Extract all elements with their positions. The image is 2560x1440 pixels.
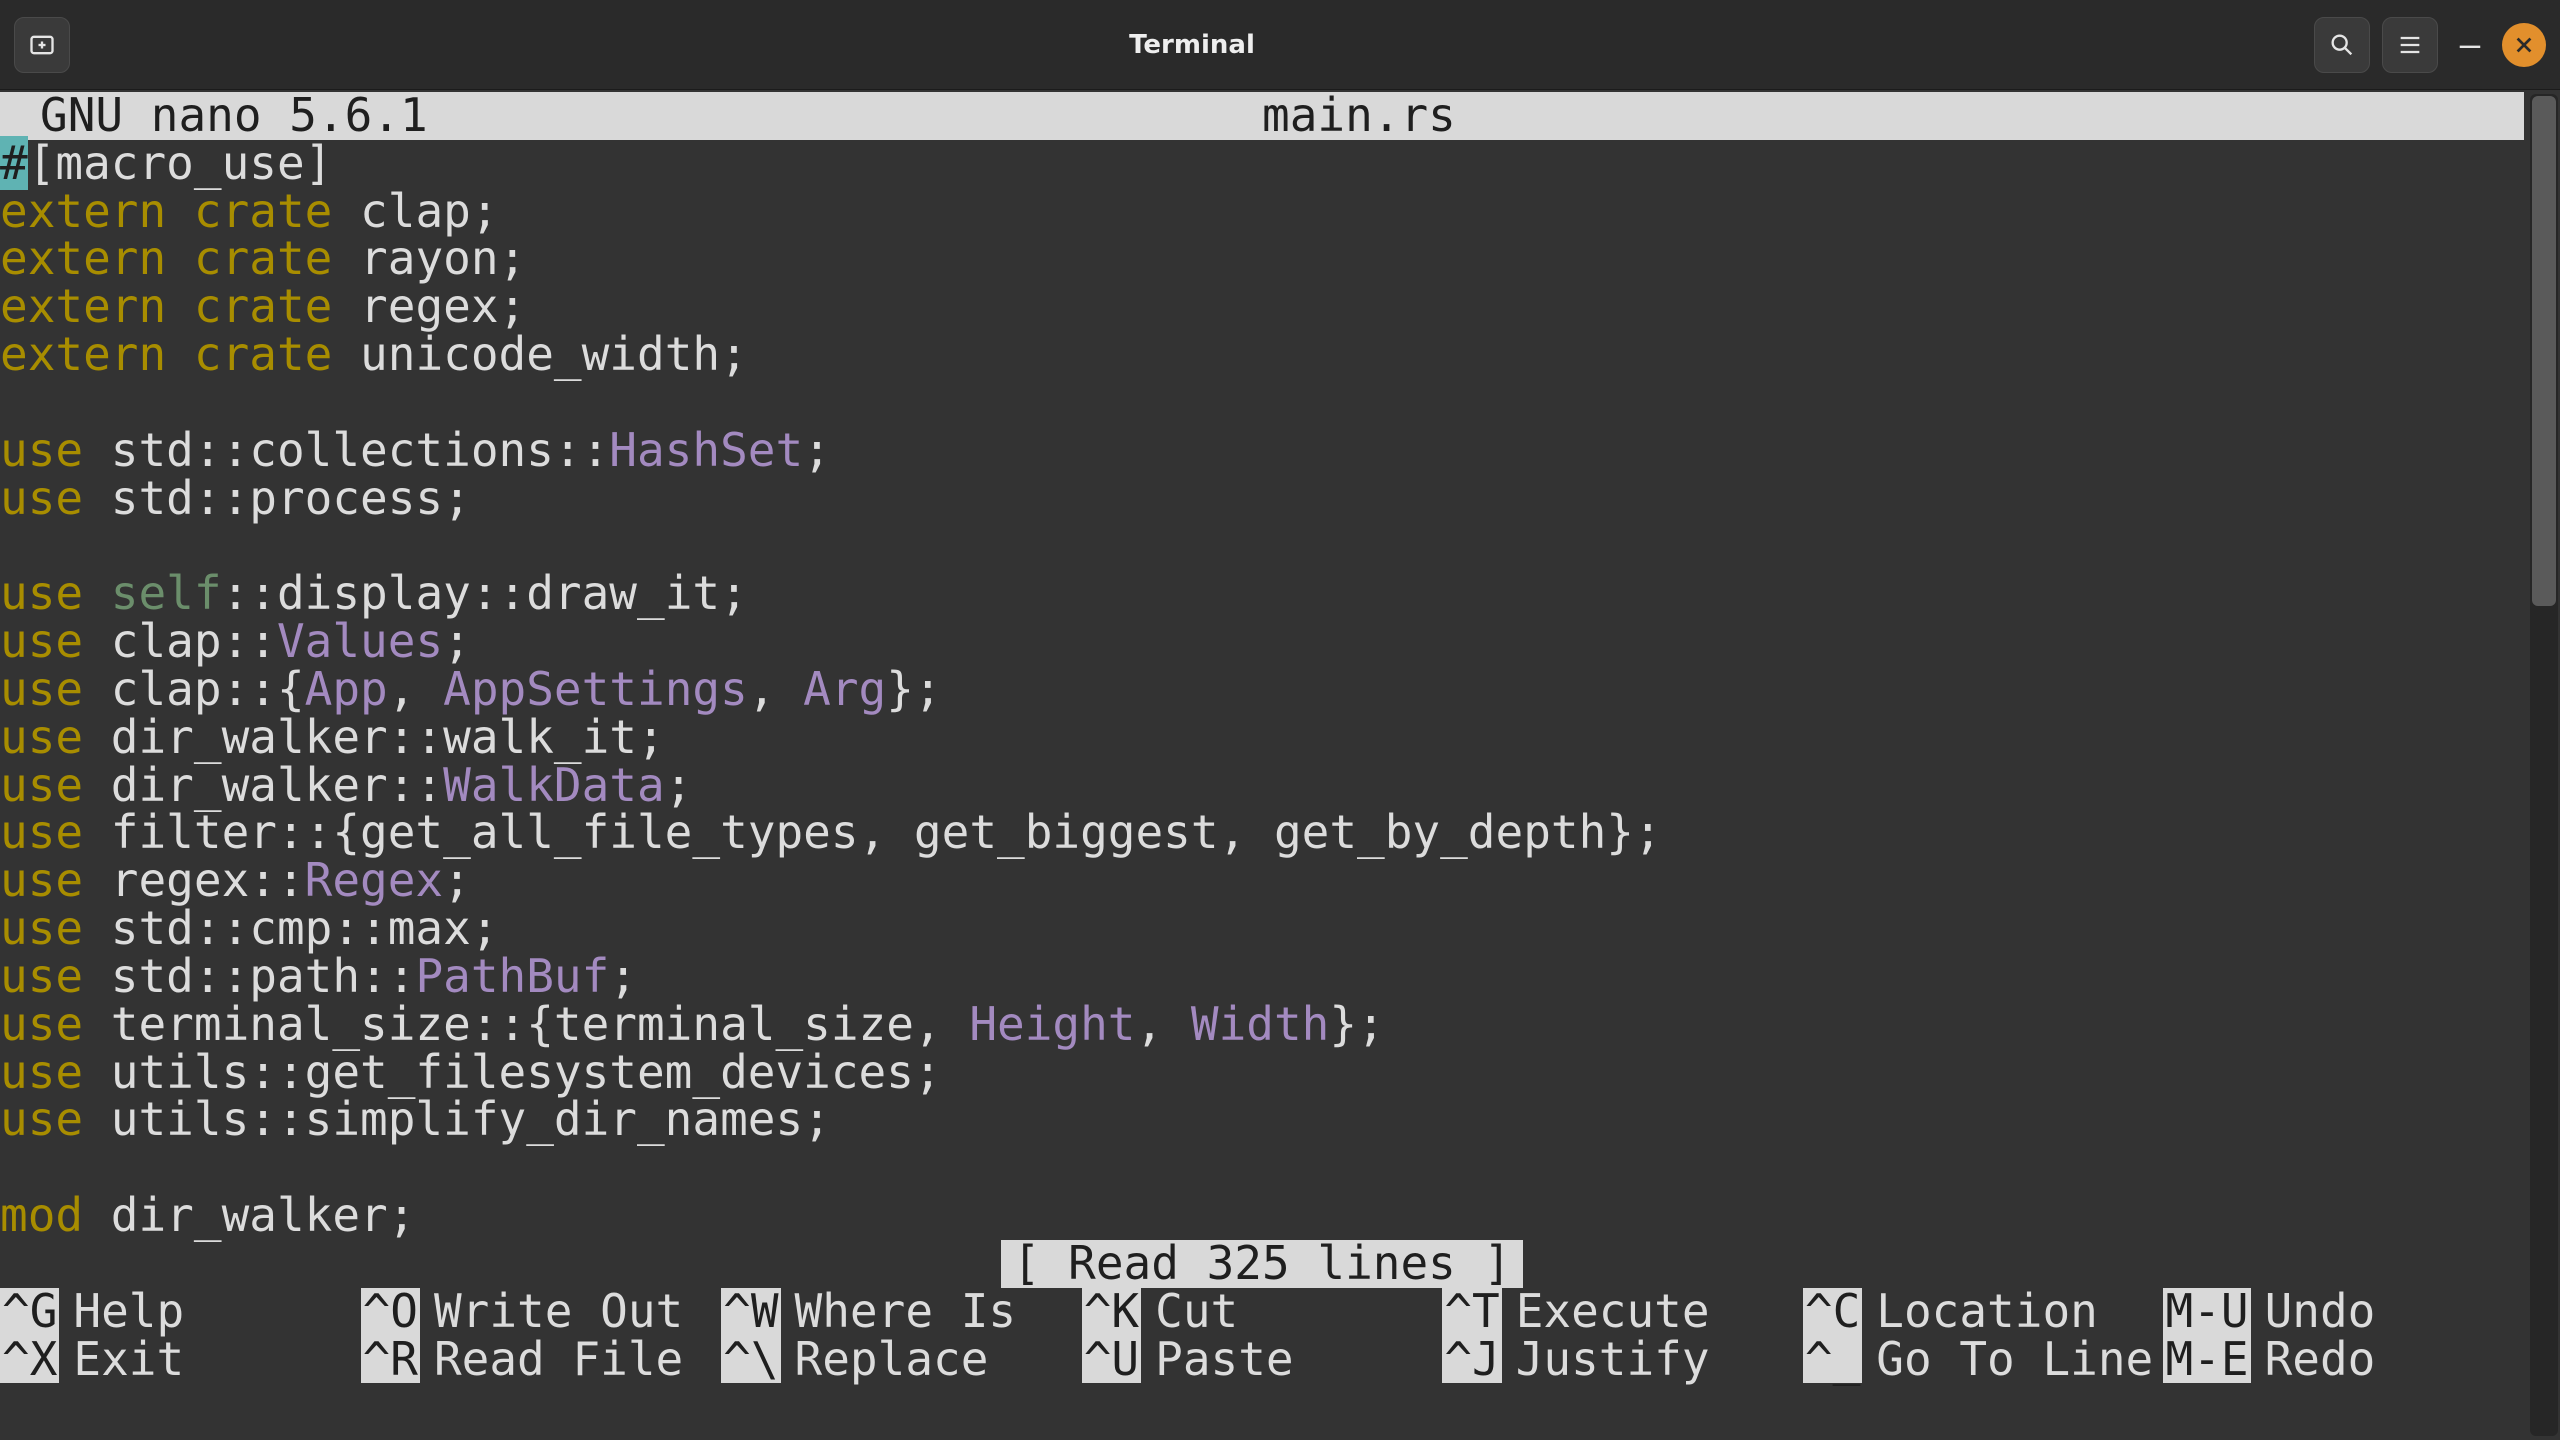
- editor-content[interactable]: #[macro_use] extern crate clap; extern c…: [0, 140, 2524, 1240]
- close-button[interactable]: [2502, 23, 2546, 67]
- titlebar: Terminal –: [0, 0, 2560, 90]
- scrollbar-thumb[interactable]: [2532, 96, 2556, 606]
- terminal-window: Terminal – GNU nano 5.6.1 main.rs #[macr…: [0, 0, 2560, 1440]
- help-row-2: ^XExit ^RRead File ^\Replace ^UPaste ^JJ…: [0, 1336, 2524, 1384]
- help-whereis: ^WWhere Is: [721, 1288, 1082, 1336]
- help-row-1: ^GHelp ^OWrite Out ^WWhere Is ^KCut ^TEx…: [0, 1288, 2524, 1336]
- help-readfile: ^RRead File: [361, 1336, 722, 1384]
- help-execute: ^TExecute: [1442, 1288, 1803, 1336]
- new-tab-icon: [28, 31, 56, 59]
- terminal-viewport[interactable]: GNU nano 5.6.1 main.rs #[macro_use] exte…: [0, 90, 2560, 1440]
- help-justify: ^JJustify: [1442, 1336, 1803, 1384]
- menu-button[interactable]: [2382, 17, 2438, 73]
- scrollbar[interactable]: [2530, 94, 2558, 1436]
- close-icon: [2513, 34, 2535, 56]
- nano-version: GNU nano 5.6.1: [4, 92, 1262, 140]
- help-undo: M-UUndo: [2163, 1288, 2524, 1336]
- help-location: ^CLocation: [1803, 1288, 2164, 1336]
- help-gotoline: ^_Go To Line: [1803, 1336, 2164, 1384]
- nano-header: GNU nano 5.6.1 main.rs: [0, 92, 2524, 140]
- minimize-button[interactable]: –: [2450, 25, 2490, 65]
- help-paste: ^UPaste: [1082, 1336, 1443, 1384]
- hamburger-icon: [2396, 31, 2424, 59]
- help-replace: ^\Replace: [721, 1336, 1082, 1384]
- help-cut: ^KCut: [1082, 1288, 1443, 1336]
- search-button[interactable]: [2314, 17, 2370, 73]
- nano-status-text: [ Read 325 lines ]: [1001, 1240, 1524, 1288]
- window-title: Terminal: [70, 30, 2314, 60]
- search-icon: [2328, 31, 2356, 59]
- nano-help-bar: ^GHelp ^OWrite Out ^WWhere Is ^KCut ^TEx…: [0, 1288, 2524, 1384]
- cursor: #: [0, 136, 28, 190]
- new-tab-button[interactable]: [14, 17, 70, 73]
- help-writeout: ^OWrite Out: [361, 1288, 722, 1336]
- help-redo: M-ERedo: [2163, 1336, 2524, 1384]
- help-help: ^GHelp: [0, 1288, 361, 1336]
- nano-status-line: [ Read 325 lines ]: [0, 1240, 2524, 1288]
- nano-filename: main.rs: [1262, 92, 1456, 140]
- help-exit: ^XExit: [0, 1336, 361, 1384]
